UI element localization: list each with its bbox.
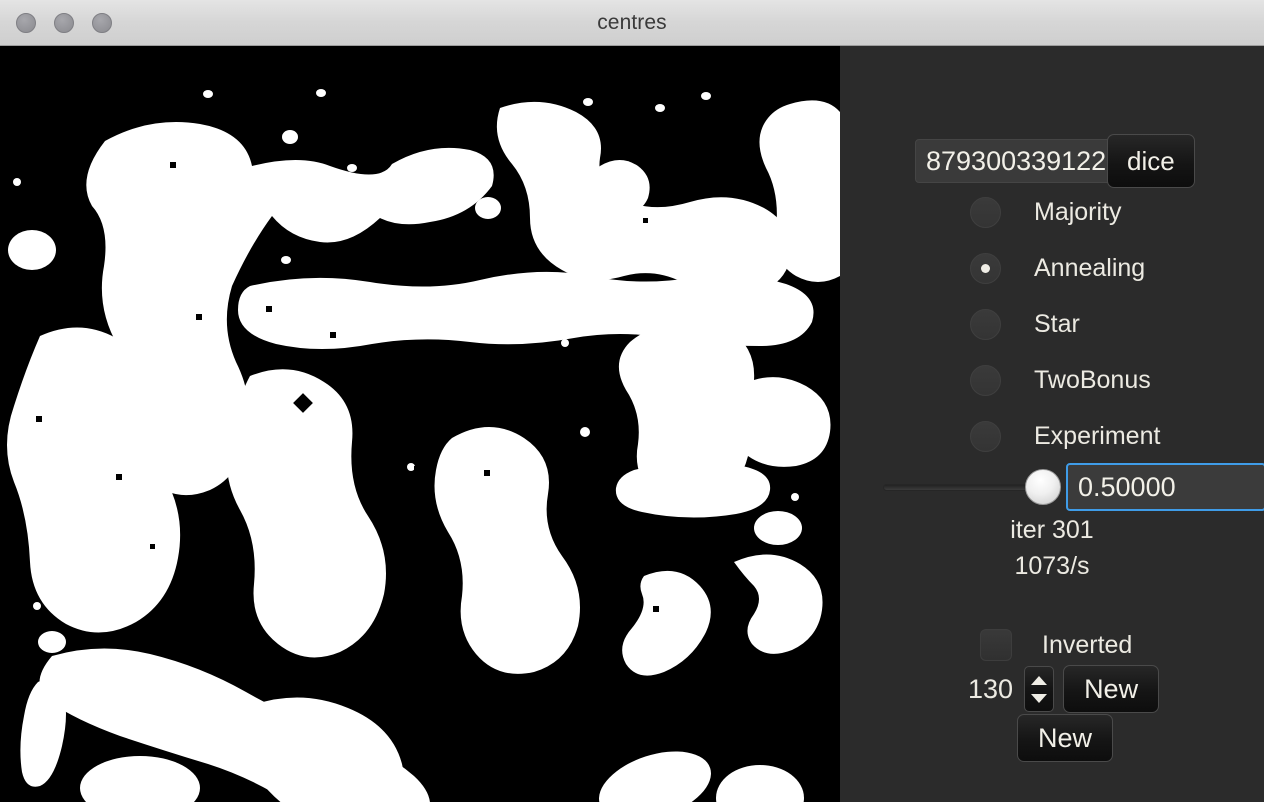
- radio-label: Star: [1034, 309, 1080, 338]
- new-button-2[interactable]: New: [1017, 714, 1114, 762]
- slider-track: [883, 483, 1045, 491]
- count-value: 130: [968, 673, 1014, 704]
- window-title: centres: [597, 10, 667, 34]
- chevron-down-icon[interactable]: [1031, 693, 1048, 703]
- status-block: iter 301 1073/s: [840, 512, 1264, 584]
- simulation-canvas[interactable]: [0, 46, 840, 802]
- inverted-checkbox[interactable]: [980, 629, 1012, 661]
- dice-button[interactable]: dice: [1107, 134, 1195, 188]
- control-panel: 879300339122 dice Majority Annealing Sta…: [840, 46, 1264, 802]
- radio-icon: [970, 420, 1001, 452]
- radio-label: Majority: [1034, 197, 1122, 226]
- window-controls: [16, 0, 112, 46]
- close-button[interactable]: [16, 13, 36, 33]
- threshold-row: 0.50000: [883, 463, 1264, 511]
- new-button-2-wrap: New: [1017, 714, 1114, 762]
- new-button-1[interactable]: New: [1063, 665, 1160, 713]
- radio-icon-selected: [970, 252, 1001, 284]
- slider-knob[interactable]: [1025, 469, 1061, 505]
- simulation-bitmap: [0, 46, 840, 802]
- minimize-button[interactable]: [54, 13, 74, 33]
- radio-label: Annealing: [1034, 253, 1146, 282]
- radio-option-twobonus[interactable]: TwoBonus: [970, 352, 1160, 408]
- radio-icon: [970, 308, 1001, 340]
- iteration-label: iter 301: [1010, 516, 1094, 544]
- count-stepper[interactable]: [1024, 666, 1055, 712]
- seed-row: 879300339122 dice: [915, 134, 1195, 188]
- title-bar: centres: [0, 0, 1264, 46]
- rate-label: 1073/s: [1014, 552, 1090, 580]
- radio-label: TwoBonus: [1034, 365, 1151, 394]
- radio-option-majority[interactable]: Majority: [970, 184, 1160, 240]
- threshold-slider[interactable]: [883, 468, 1061, 506]
- radio-icon: [970, 364, 1001, 396]
- mode-radio-group: Majority Annealing Star TwoBonus Experim…: [970, 184, 1160, 464]
- inverted-row[interactable]: Inverted: [980, 629, 1132, 661]
- application-window: centres 879300339122 dice Majority Annea…: [0, 0, 1264, 802]
- chevron-up-icon[interactable]: [1031, 675, 1048, 685]
- radio-icon: [970, 196, 1001, 228]
- threshold-input[interactable]: 0.50000: [1066, 463, 1264, 511]
- seed-input[interactable]: 879300339122: [915, 139, 1115, 183]
- radio-option-experiment[interactable]: Experiment: [970, 408, 1160, 464]
- radio-option-star[interactable]: Star: [970, 296, 1160, 352]
- radio-label: Experiment: [1034, 421, 1161, 450]
- count-row: 130 New: [968, 665, 1160, 713]
- zoom-button[interactable]: [92, 13, 112, 33]
- radio-option-annealing[interactable]: Annealing: [970, 240, 1160, 296]
- inverted-label: Inverted: [1042, 630, 1133, 659]
